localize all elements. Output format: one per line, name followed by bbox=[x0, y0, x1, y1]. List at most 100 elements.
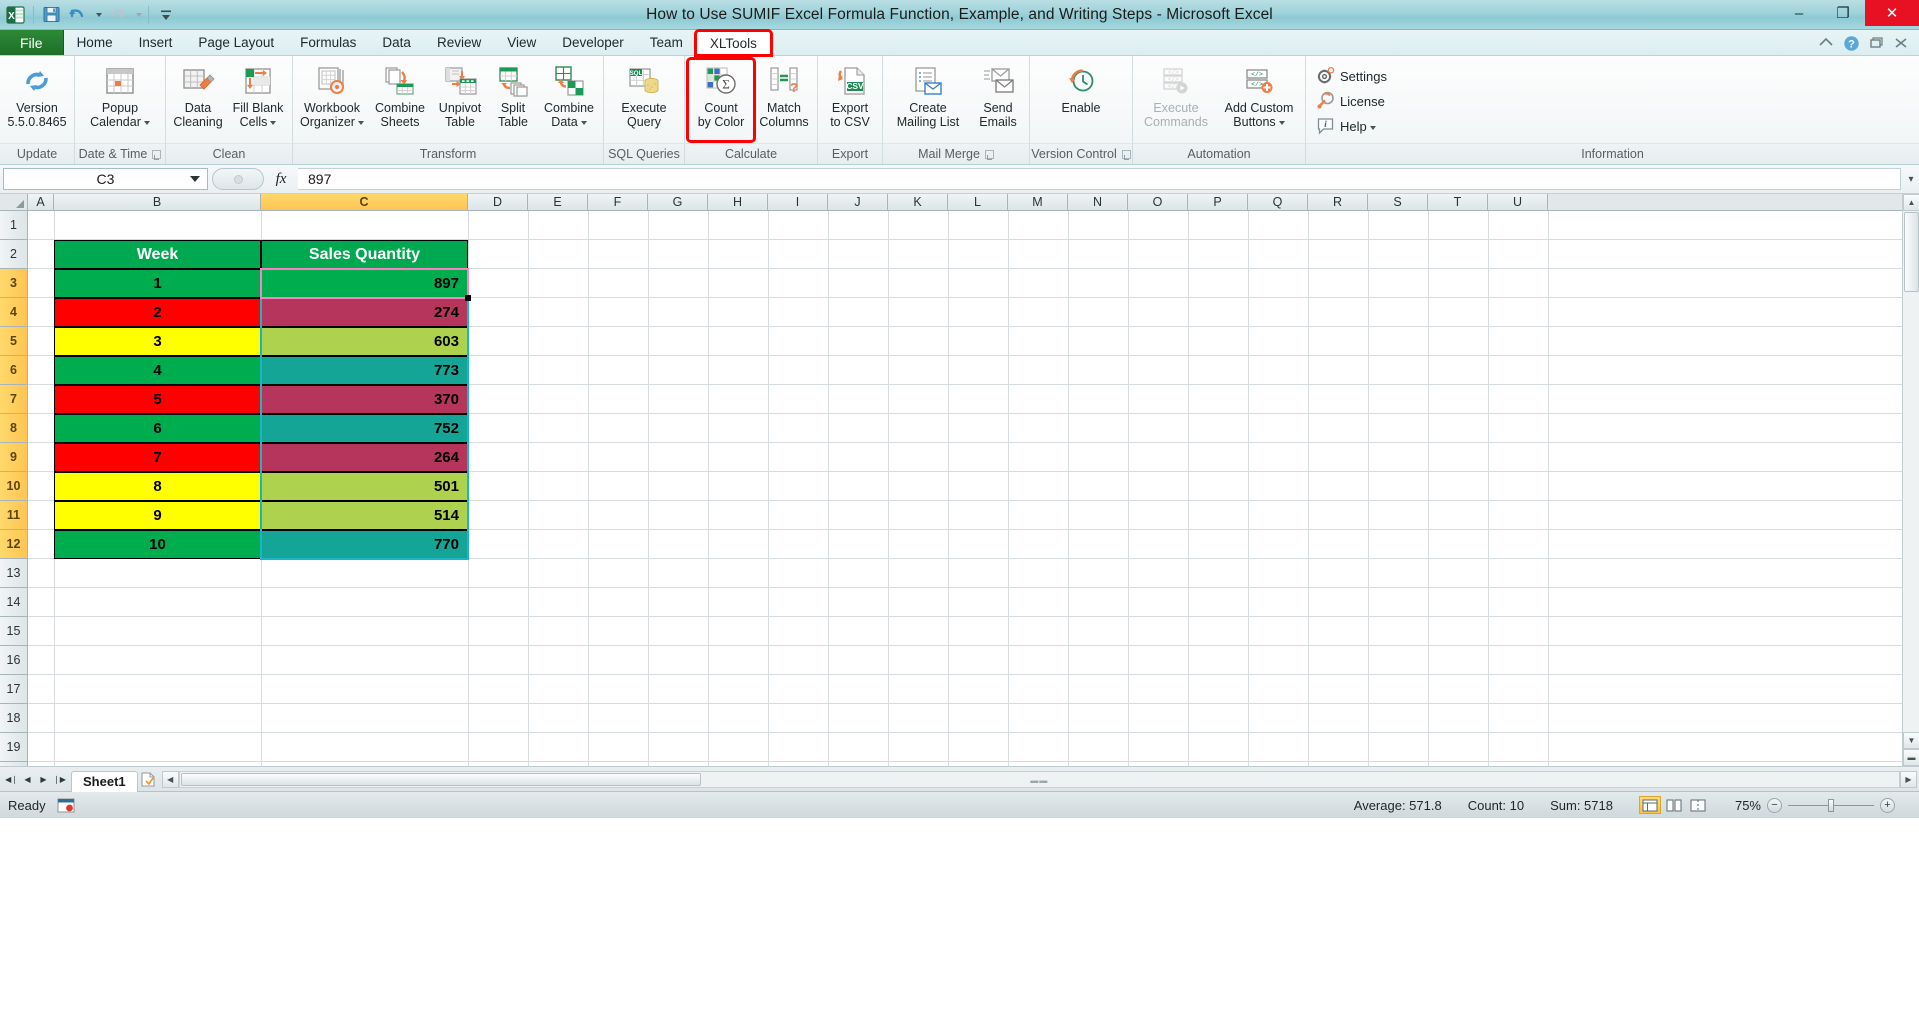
license-button[interactable]: License bbox=[1309, 89, 1392, 114]
add-custom-buttons-button[interactable]: </> </> Add Custom Buttons bbox=[1216, 59, 1302, 141]
row-header-6[interactable]: 6 bbox=[0, 356, 27, 385]
column-header-k[interactable]: K bbox=[888, 194, 948, 210]
cell-b2-week-header[interactable]: Week bbox=[54, 240, 261, 269]
row-header-7[interactable]: 7 bbox=[0, 385, 27, 414]
tab-xltools[interactable]: XLTools bbox=[693, 29, 773, 57]
version-button[interactable]: Version 5.5.0.8465 bbox=[3, 59, 71, 141]
column-header-n[interactable]: N bbox=[1068, 194, 1128, 210]
column-header-f[interactable]: F bbox=[588, 194, 648, 210]
undo-dropdown-icon[interactable] bbox=[91, 3, 103, 27]
row-header-13[interactable]: 13 bbox=[0, 559, 27, 588]
scroll-down-button[interactable]: ▼ bbox=[1903, 732, 1919, 749]
chevron-down-icon[interactable] bbox=[270, 120, 277, 125]
column-header-i[interactable]: I bbox=[768, 194, 828, 210]
nav-first-sheet[interactable]: ◀❘ bbox=[4, 772, 19, 787]
column-header-a[interactable]: A bbox=[28, 194, 54, 210]
cell-c2-sales-quantity-header[interactable]: Sales Quantity bbox=[261, 240, 468, 269]
page-layout-view-icon[interactable] bbox=[1663, 796, 1685, 814]
combine-data-button[interactable]: Combine Data bbox=[538, 59, 600, 141]
cell-c6-sales-quantity[interactable]: 773 bbox=[261, 356, 468, 385]
zoom-in-button[interactable]: + bbox=[1880, 797, 1895, 813]
execute-commands-button[interactable]: </> </> </> Execute Commands bbox=[1136, 59, 1216, 141]
insert-function-icon[interactable]: fx bbox=[264, 171, 298, 188]
formula-bar-buttons[interactable] bbox=[212, 168, 264, 190]
data-cleaning-button[interactable]: Data Cleaning bbox=[169, 59, 227, 141]
match-columns-button[interactable]: ? Match Columns bbox=[754, 59, 814, 141]
help-button[interactable]: i Help bbox=[1309, 114, 1383, 139]
tab-team[interactable]: Team bbox=[637, 30, 696, 55]
column-header-t[interactable]: T bbox=[1428, 194, 1488, 210]
column-header-p[interactable]: P bbox=[1188, 194, 1248, 210]
tab-data[interactable]: Data bbox=[369, 30, 424, 55]
fill-blank-cells-button[interactable]: Fill Blank Cells bbox=[227, 59, 289, 141]
chevron-down-icon[interactable] bbox=[357, 120, 364, 125]
nav-next-sheet[interactable]: ▶ bbox=[36, 772, 51, 787]
column-header-d[interactable]: D bbox=[468, 194, 528, 210]
restore-button[interactable]: ❐ bbox=[1821, 0, 1865, 26]
restore-window-icon[interactable] bbox=[1868, 35, 1884, 51]
row-header-9[interactable]: 9 bbox=[0, 443, 27, 472]
row-header-3[interactable]: 3 bbox=[0, 269, 27, 298]
minimize-button[interactable]: – bbox=[1777, 0, 1821, 26]
chevron-down-icon[interactable] bbox=[143, 120, 150, 125]
cell-b3-week[interactable]: 1 bbox=[54, 269, 261, 298]
row-header-18[interactable]: 18 bbox=[0, 704, 27, 733]
new-sheet-icon[interactable] bbox=[138, 771, 160, 787]
redo-icon[interactable] bbox=[105, 3, 129, 27]
enable-version-control-button[interactable]: Enable bbox=[1033, 59, 1129, 141]
column-header-b[interactable]: B bbox=[54, 194, 261, 210]
unpivot-table-button[interactable]: Unpivot Table bbox=[432, 59, 488, 141]
dialog-launcher-mail-merge[interactable] bbox=[984, 149, 994, 160]
tab-insert[interactable]: Insert bbox=[126, 30, 186, 55]
tab-review[interactable]: Review bbox=[424, 30, 494, 55]
name-box[interactable]: C3 bbox=[3, 168, 208, 190]
column-header-g[interactable]: G bbox=[648, 194, 708, 210]
tab-view[interactable]: View bbox=[494, 30, 549, 55]
save-icon[interactable] bbox=[39, 3, 63, 27]
row-header-2[interactable]: 2 bbox=[0, 240, 27, 269]
help-icon[interactable]: ? bbox=[1843, 35, 1859, 51]
combine-sheets-button[interactable]: Combine Sheets bbox=[368, 59, 432, 141]
column-header-o[interactable]: O bbox=[1128, 194, 1188, 210]
row-header-20[interactable]: 20 bbox=[0, 762, 27, 766]
expand-formula-bar-icon[interactable]: ▾ bbox=[1903, 174, 1919, 185]
sheet-tab-sheet1[interactable]: Sheet1 bbox=[71, 770, 138, 792]
split-handle[interactable]: ▬ bbox=[1903, 749, 1919, 766]
tab-home[interactable]: Home bbox=[64, 30, 126, 55]
row-header-10[interactable]: 10 bbox=[0, 472, 27, 501]
name-box-dropdown-icon[interactable] bbox=[190, 176, 200, 182]
tab-formulas[interactable]: Formulas bbox=[287, 30, 369, 55]
tab-file[interactable]: File bbox=[0, 30, 64, 55]
chevron-down-icon[interactable] bbox=[1369, 125, 1376, 130]
close-window-icon[interactable] bbox=[1893, 35, 1909, 51]
cell-c8-sales-quantity[interactable]: 752 bbox=[261, 414, 468, 443]
column-header-j[interactable]: J bbox=[828, 194, 888, 210]
minimize-ribbon-icon[interactable] bbox=[1818, 35, 1834, 51]
tab-page-layout[interactable]: Page Layout bbox=[185, 30, 287, 55]
cell-b8-week[interactable]: 6 bbox=[54, 414, 261, 443]
zoom-slider-track[interactable] bbox=[1788, 798, 1874, 812]
cell-b6-week[interactable]: 4 bbox=[54, 356, 261, 385]
workbook-organizer-button[interactable]: Workbook Organizer bbox=[296, 59, 368, 141]
nav-last-sheet[interactable]: ❘▶ bbox=[52, 772, 67, 787]
cell-c4-sales-quantity[interactable]: 274 bbox=[261, 298, 468, 327]
chevron-down-icon[interactable] bbox=[1278, 120, 1285, 125]
undo-icon[interactable] bbox=[65, 3, 89, 27]
cell-b5-week[interactable]: 3 bbox=[54, 327, 261, 356]
cell-b9-week[interactable]: 7 bbox=[54, 443, 261, 472]
record-macro-icon[interactable] bbox=[56, 797, 76, 813]
row-header-4[interactable]: 4 bbox=[0, 298, 27, 327]
close-button[interactable]: ✕ bbox=[1865, 0, 1919, 26]
count-by-color-button[interactable]: Σ Count by Color bbox=[686, 57, 756, 143]
column-header-u[interactable]: U bbox=[1488, 194, 1548, 210]
split-table-button[interactable]: Split Table bbox=[488, 59, 538, 141]
cell-c12-sales-quantity[interactable]: 770 bbox=[261, 530, 468, 559]
cell-c11-sales-quantity[interactable]: 514 bbox=[261, 501, 468, 530]
horizontal-scrollbar[interactable]: ▬▬ bbox=[178, 770, 1900, 788]
create-mailing-list-button[interactable]: Create Mailing List bbox=[886, 59, 970, 141]
cell-c10-sales-quantity[interactable]: 501 bbox=[261, 472, 468, 501]
export-to-csv-button[interactable]: CSV Export to CSV bbox=[821, 59, 879, 141]
nav-prev-sheet[interactable]: ◀ bbox=[20, 772, 35, 787]
select-all-corner[interactable] bbox=[0, 194, 28, 210]
hscroll-left-button[interactable]: ◀ bbox=[161, 770, 179, 788]
